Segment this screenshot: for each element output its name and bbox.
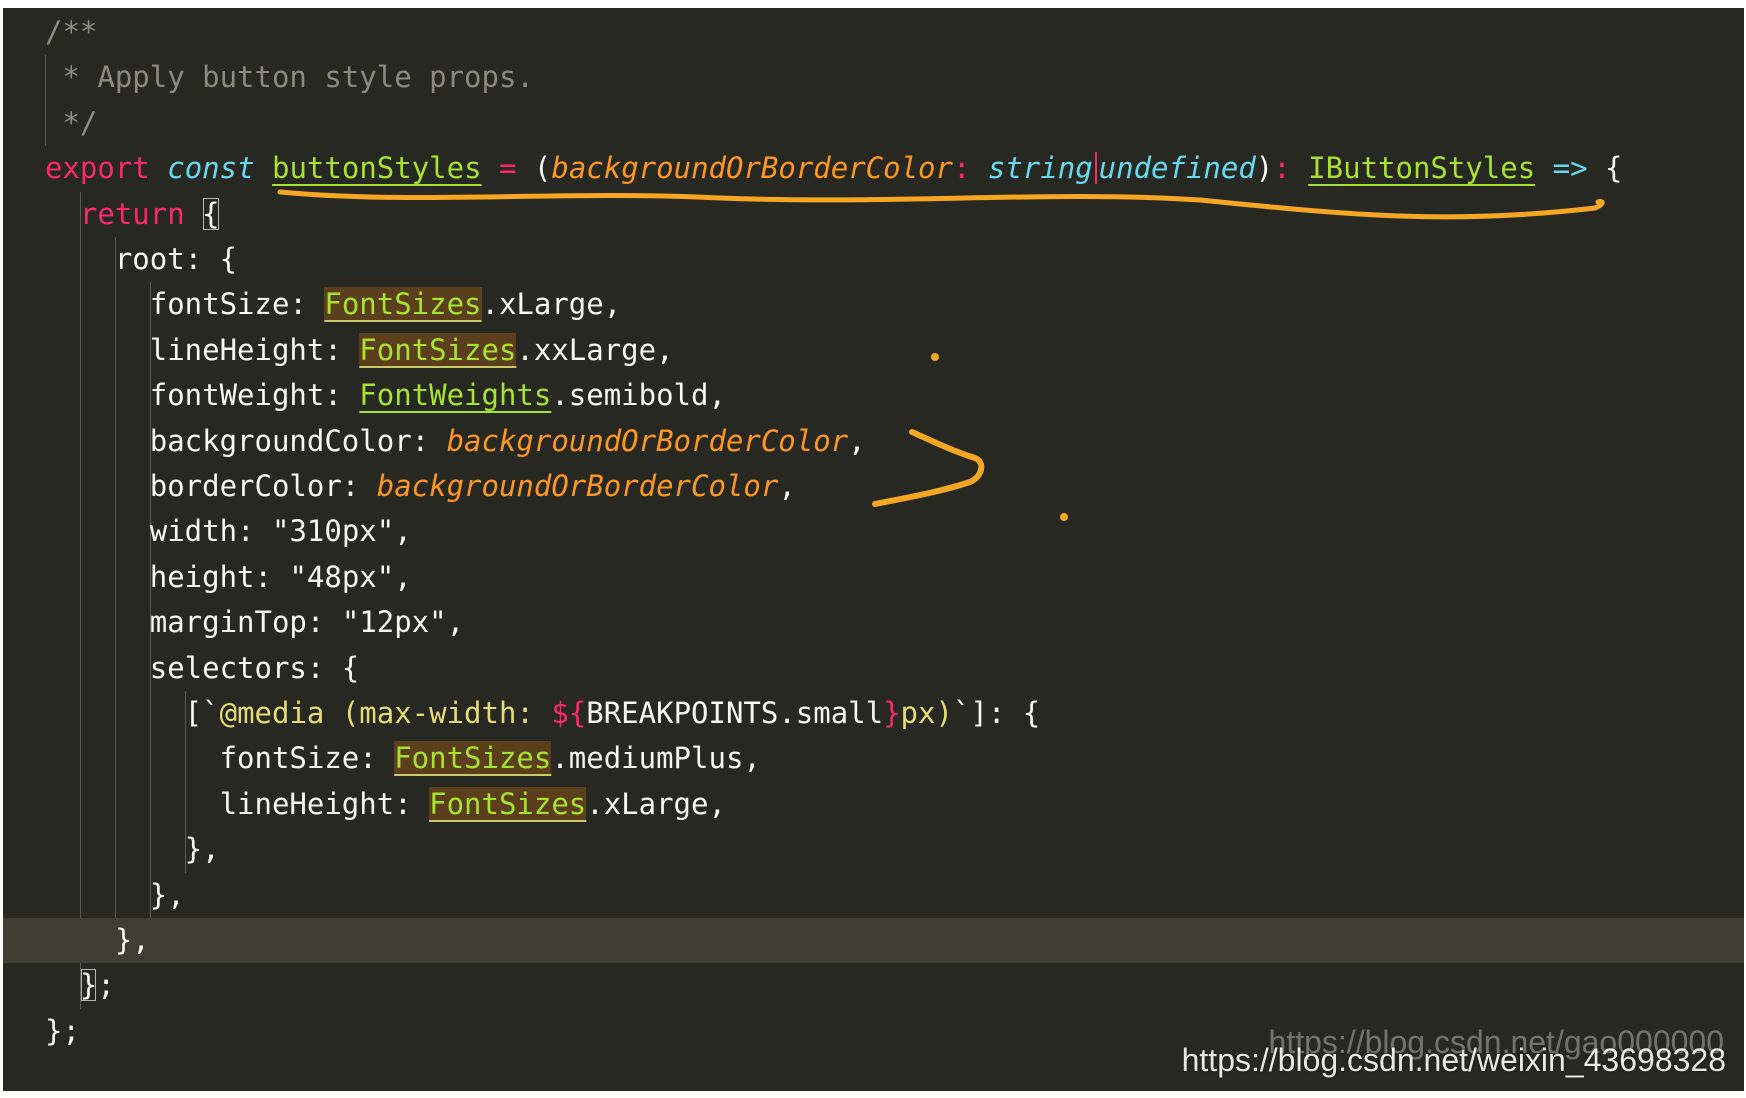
code-token: * Apply button style props. <box>45 60 534 95</box>
code-token: [` <box>45 696 220 730</box>
code-token: FontSizes <box>394 741 552 776</box>
code-token: } <box>79 968 98 1003</box>
code-token: , <box>848 423 866 458</box>
code-token: @media (max-width: <box>219 696 552 730</box>
code-token: fontSize: <box>45 741 395 776</box>
code-token: .semibold, <box>551 378 726 413</box>
code-token: FontSizes <box>324 287 482 322</box>
code-token: `]: { <box>952 696 1041 730</box>
code-token: ${ <box>551 696 587 730</box>
code-token: .mediumPlus, <box>551 741 761 776</box>
code-token: BREAKPOINTS.small <box>586 696 884 730</box>
code-line[interactable]: }; <box>3 963 1744 1008</box>
code-token: FontSizes <box>359 332 517 367</box>
watermark: https://blog.csdn.net/weixin_43698328 <box>1181 1042 1726 1078</box>
code-token: .xLarge, <box>586 786 726 821</box>
code-token: fontWeight: <box>45 378 360 413</box>
code-line[interactable]: [`@media (max-width: ${BREAKPOINTS.small… <box>3 691 1744 736</box>
code-line[interactable]: fontSize: FontSizes.mediumPlus, <box>3 736 1744 781</box>
code-editor[interactable]: /** * Apply button style props. */ export… <box>3 8 1744 1091</box>
code-token: selectors: { <box>45 650 360 685</box>
code-line[interactable]: return { <box>3 192 1744 237</box>
code-line[interactable]: root: { <box>3 237 1744 282</box>
code-token: borderColor: <box>45 469 377 503</box>
code-token: : <box>1273 151 1309 186</box>
code-token: .xLarge, <box>481 287 622 322</box>
code-line[interactable]: backgroundColor: backgroundOrBorderColor… <box>3 419 1744 464</box>
code-line[interactable]: selectors: { <box>3 646 1744 691</box>
code-token: ) <box>1255 151 1274 186</box>
code-token: const <box>167 151 255 186</box>
code-token: } <box>883 696 901 730</box>
code-token: = <box>499 151 517 186</box>
code-token: .xxLarge, <box>516 332 674 367</box>
code-token: lineHeight: <box>45 332 360 367</box>
code-token: IButtonStyles <box>1308 151 1536 186</box>
code-line[interactable]: lineHeight: FontSizes.xxLarge, <box>3 328 1744 373</box>
code-line[interactable]: }, <box>3 827 1744 872</box>
code-token: return <box>79 196 185 231</box>
code-token: marginTop: <box>45 605 342 640</box>
text-cursor <box>1094 152 1097 185</box>
code-token: lineHeight: <box>45 786 430 821</box>
code-token: ( <box>516 151 552 186</box>
code-token: }; <box>45 1013 80 1048</box>
code-token: : <box>952 151 988 186</box>
code-line[interactable]: }, <box>3 873 1744 918</box>
code-token: */ <box>45 105 98 140</box>
code-token: "310px" <box>271 514 395 549</box>
code-token: backgroundOrBorderColor <box>446 423 849 458</box>
code-token: { <box>202 196 220 231</box>
code-token: }, <box>45 877 185 912</box>
code-token: FontSizes <box>429 786 587 821</box>
code-line[interactable]: /** <box>3 10 1744 55</box>
code-token: fontSize: <box>45 287 325 322</box>
code-line[interactable]: borderColor: backgroundOrBorderColor, <box>3 464 1744 509</box>
code-token: "12px" <box>341 605 447 640</box>
code-token: height: <box>45 559 290 594</box>
code-token: , <box>394 514 412 549</box>
code-token: , <box>446 605 465 640</box>
code-line[interactable]: marginTop: "12px", <box>3 600 1744 645</box>
code-line[interactable]: height: "48px", <box>3 555 1744 600</box>
code-token: => <box>1552 151 1588 186</box>
code-line[interactable]: fontSize: FontSizes.xLarge, <box>3 282 1744 327</box>
code-token: backgroundColor: <box>45 423 447 458</box>
code-token: , <box>778 469 796 503</box>
code-token: string <box>987 151 1093 186</box>
code-token: "48px" <box>289 559 395 594</box>
code-token: width: <box>45 514 272 549</box>
code-token: backgroundOrBorderColor <box>551 151 953 186</box>
code-line[interactable]: width: "310px", <box>3 509 1744 554</box>
code-line[interactable]: lineHeight: FontSizes.xLarge, <box>3 782 1744 827</box>
code-token: FontWeights <box>359 378 552 413</box>
code-token: ; <box>97 968 115 1003</box>
code-line[interactable]: */ <box>3 101 1744 146</box>
code-line[interactable]: fontWeight: FontWeights.semibold, <box>3 373 1744 418</box>
code-line[interactable]: * Apply button style props. <box>3 55 1744 100</box>
code-token: }, <box>45 832 220 867</box>
code-line[interactable]: export const buttonStyles = (backgroundO… <box>3 146 1744 191</box>
code-token: export <box>45 151 150 186</box>
code-token: , <box>394 559 412 594</box>
code-token: root: { <box>45 242 238 276</box>
code-token: px) <box>900 696 953 730</box>
code-token: { <box>1587 151 1623 186</box>
code-line[interactable]: }, <box>3 918 1744 963</box>
code-token: undefined <box>1098 151 1256 186</box>
code-token: }, <box>45 923 150 957</box>
code-token: backgroundOrBorderColor <box>376 469 779 503</box>
code-token: buttonStyles <box>272 151 482 186</box>
code-token: /** <box>45 15 98 49</box>
